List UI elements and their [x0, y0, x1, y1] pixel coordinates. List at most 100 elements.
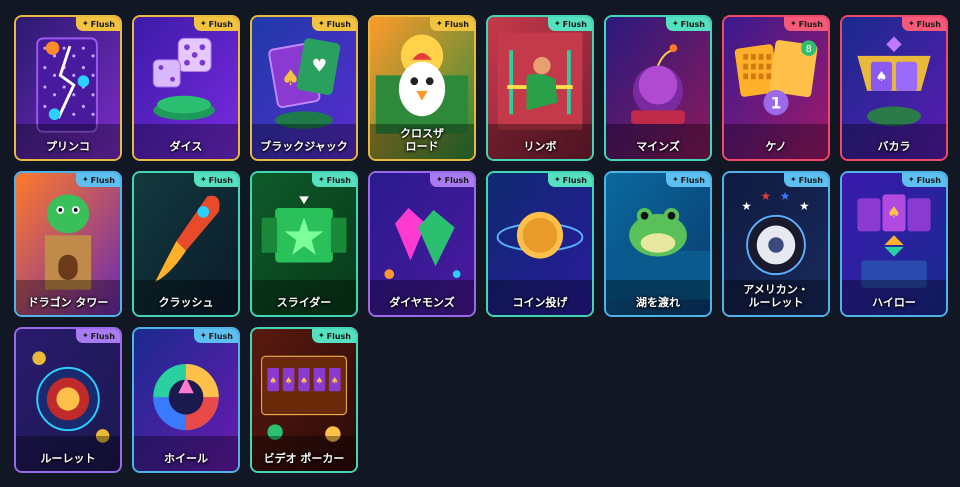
game-title: スライダー — [276, 296, 332, 309]
flush-badge: ✦ Flush — [547, 173, 592, 187]
flush-badge-label: Flush — [916, 175, 941, 185]
game-card-mines[interactable]: ✦ Flush マインズ — [604, 15, 712, 161]
flush-badge: ✦ Flush — [75, 173, 120, 187]
game-title: ダイヤモンズ — [389, 296, 455, 309]
flush-badge-label: Flush — [798, 19, 823, 29]
flush-badge: ✦ Flush — [311, 329, 356, 343]
svg-text:★: ★ — [799, 199, 809, 213]
flush-badge: ✦ Flush — [193, 17, 238, 31]
flush-logo-icon: ✦ — [81, 331, 89, 340]
flush-badge: ✦ Flush — [783, 17, 828, 31]
game-card-videopoker[interactable]: ♠ ♠ ♠ ♠ ♠ ✦ Flush ビデオ ポーカー — [250, 327, 358, 473]
game-title: クロスザ ロード — [400, 127, 444, 153]
svg-text:♥: ♥ — [312, 56, 328, 76]
flush-logo-icon: ✦ — [789, 175, 797, 184]
flush-logo-icon: ✦ — [81, 19, 89, 28]
flush-badge-label: Flush — [444, 19, 469, 29]
game-card-wheel[interactable]: ✦ Flush ホイール — [132, 327, 240, 473]
flush-badge-label: Flush — [326, 175, 351, 185]
blackjack-artwork: ♠ ♥ — [252, 17, 356, 159]
frog-artwork — [606, 173, 710, 315]
game-card-coin[interactable]: ✦ Flush コイン投げ — [486, 171, 594, 317]
game-title: コイン投げ — [512, 296, 568, 309]
roulette-artwork — [16, 329, 120, 471]
dice-artwork — [134, 17, 238, 159]
flush-logo-icon: ✦ — [317, 175, 325, 184]
mines-artwork — [606, 17, 710, 159]
game-card-american[interactable]: ★ ★ ★ ★ ✦ Flush アメリカン・ ルーレット — [722, 171, 830, 317]
flush-badge: ✦ Flush — [901, 173, 946, 187]
game-card-rocket[interactable]: ✦ Flush クラッシュ — [132, 171, 240, 317]
game-card-baccarat[interactable]: ♠ ✦ Flush バカラ — [840, 15, 948, 161]
game-card-diamonds[interactable]: ✦ Flush ダイヤモンズ — [368, 171, 476, 317]
flush-logo-icon: ✦ — [199, 19, 207, 28]
slider-artwork — [252, 173, 356, 315]
flush-badge-label: Flush — [90, 19, 115, 29]
flush-logo-icon: ✦ — [199, 175, 207, 184]
svg-text:★: ★ — [780, 189, 790, 203]
svg-text:♠: ♠ — [887, 204, 901, 222]
game-title: ケノ — [765, 140, 787, 153]
game-title: マインズ — [636, 140, 680, 153]
game-card-hilo[interactable]: ♠ ✦ Flush ハイロー — [840, 171, 948, 317]
flush-badge-label: Flush — [326, 19, 351, 29]
flush-badge-label: Flush — [680, 19, 705, 29]
game-card-chicken[interactable]: ✦ Flush クロスザ ロード — [368, 15, 476, 161]
game-card-frog[interactable]: ✦ Flush 湖を渡れ — [604, 171, 712, 317]
svg-text:★: ★ — [761, 189, 771, 203]
svg-text:★: ★ — [741, 199, 751, 213]
flush-badge: ✦ Flush — [665, 17, 710, 31]
game-card-blackjack[interactable]: ♠ ♥ ✦ Flush ブラックジャック — [250, 15, 358, 161]
flush-badge: ✦ Flush — [193, 173, 238, 187]
flush-badge-label: Flush — [90, 175, 115, 185]
flush-badge: ✦ Flush — [311, 17, 356, 31]
flush-logo-icon: ✦ — [907, 175, 915, 184]
game-title: プリンコ — [46, 140, 90, 153]
flush-badge-label: Flush — [90, 331, 115, 341]
svg-text:1: 1 — [771, 94, 782, 112]
flush-badge: ✦ Flush — [75, 17, 120, 31]
flush-badge: ✦ Flush — [665, 173, 710, 187]
game-card-slider[interactable]: ✦ Flush スライダー — [250, 171, 358, 317]
game-title: ホイール — [164, 452, 208, 465]
game-title: ドラゴン タワー — [27, 296, 109, 309]
game-title: ブラックジャック — [260, 140, 348, 153]
game-card-keno[interactable]: 1 8 ✦ Flush ケノ — [722, 15, 830, 161]
svg-text:♠: ♠ — [300, 376, 308, 386]
wheel-artwork — [134, 329, 238, 471]
flush-logo-icon: ✦ — [435, 19, 443, 28]
flush-badge-label: Flush — [208, 19, 233, 29]
svg-text:♠: ♠ — [875, 69, 887, 85]
flush-badge: ✦ Flush — [311, 173, 356, 187]
flush-logo-icon: ✦ — [317, 331, 325, 340]
game-card-dice[interactable]: ✦ Flush ダイス — [132, 15, 240, 161]
coin-artwork — [488, 173, 592, 315]
diamonds-artwork — [370, 173, 474, 315]
flush-badge-label: Flush — [562, 19, 587, 29]
limbo-artwork — [488, 17, 592, 159]
flush-badge: ✦ Flush — [547, 17, 592, 31]
flush-badge: ✦ Flush — [75, 329, 120, 343]
flush-logo-icon: ✦ — [907, 19, 915, 28]
flush-badge: ✦ Flush — [901, 17, 946, 31]
game-card-limbo[interactable]: ✦ Flush リンボ — [486, 15, 594, 161]
game-card-plinko[interactable]: ✦ Flush プリンコ — [14, 15, 122, 161]
keno-artwork: 1 8 — [724, 17, 828, 159]
flush-logo-icon: ✦ — [671, 175, 679, 184]
hilo-artwork: ♠ — [842, 173, 946, 315]
game-title: 湖を渡れ — [636, 296, 680, 309]
game-card-dragon[interactable]: ✦ Flush ドラゴン タワー — [14, 171, 122, 317]
flush-badge-label: Flush — [562, 175, 587, 185]
game-title: クラッシュ — [158, 296, 214, 309]
flush-badge-label: Flush — [208, 175, 233, 185]
game-card-roulette[interactable]: ✦ Flush ルーレット — [14, 327, 122, 473]
videopoker-artwork: ♠ ♠ ♠ ♠ ♠ — [252, 329, 356, 471]
game-title: ルーレット — [40, 452, 96, 465]
flush-badge: ✦ Flush — [429, 173, 474, 187]
flush-badge-label: Flush — [680, 175, 705, 185]
dragon-artwork — [16, 173, 120, 315]
flush-logo-icon: ✦ — [671, 19, 679, 28]
flush-badge-label: Flush — [444, 175, 469, 185]
svg-text:♠: ♠ — [331, 376, 339, 386]
game-title: ハイロー — [872, 296, 916, 309]
